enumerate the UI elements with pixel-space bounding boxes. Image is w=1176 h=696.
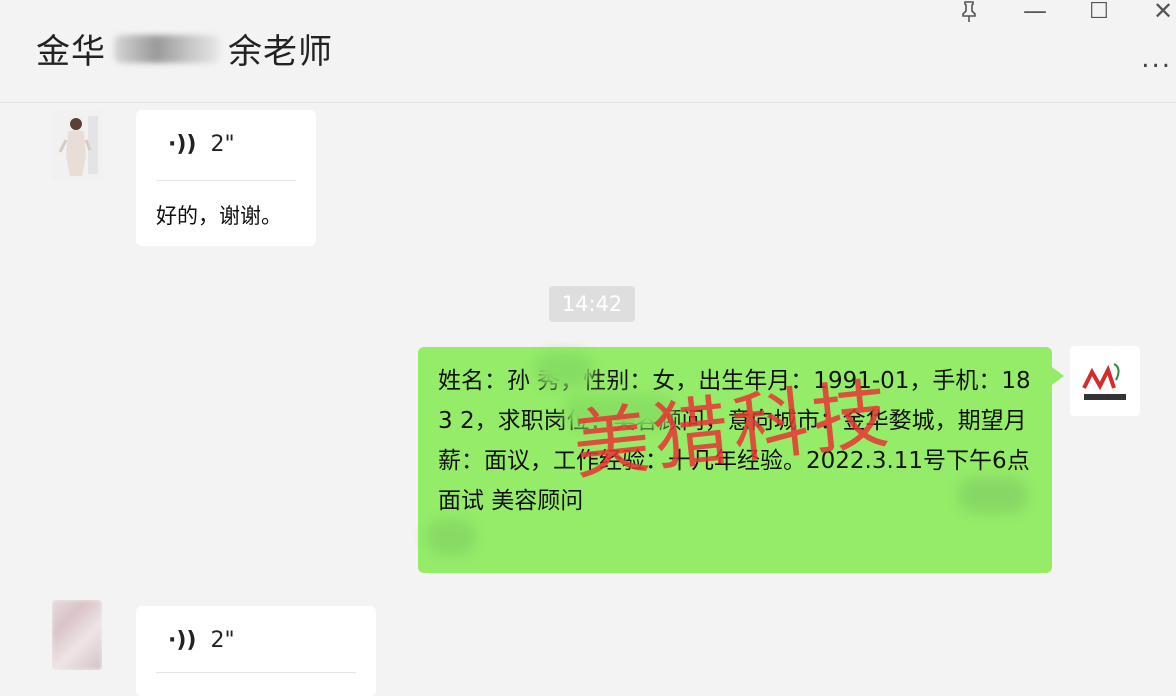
redacted-name bbox=[114, 34, 220, 63]
voice-wave-icon: ·)) bbox=[168, 132, 197, 157]
voice-duration: 2" bbox=[210, 628, 235, 653]
voice-transcript: 好的，谢谢。 bbox=[156, 204, 282, 228]
divider bbox=[156, 180, 296, 181]
divider bbox=[156, 672, 356, 673]
voice-wave-icon: ·)) bbox=[168, 628, 197, 653]
chat-title: 金华 余老师 bbox=[36, 24, 333, 73]
close-button[interactable]: ✕ bbox=[1146, 0, 1176, 26]
redaction-blur bbox=[534, 353, 594, 387]
contact-avatar[interactable] bbox=[52, 110, 102, 180]
my-avatar[interactable] bbox=[1070, 346, 1140, 416]
voice-message[interactable]: ·)) 2" 好的，谢谢。 bbox=[136, 110, 316, 246]
redaction-blur bbox=[426, 519, 476, 555]
chat-header: 金华 余老师 — ☐ ✕ ... bbox=[0, 0, 1176, 103]
chat-title-suffix: 余老师 bbox=[228, 32, 333, 72]
contact-avatar[interactable] bbox=[52, 600, 102, 670]
more-options-icon[interactable]: ... bbox=[1141, 44, 1172, 74]
voice-duration: 2" bbox=[210, 132, 235, 157]
redaction-blur bbox=[958, 477, 1028, 513]
message-timestamp: 14:42 bbox=[549, 286, 635, 322]
voice-message[interactable]: ·)) 2" bbox=[136, 606, 376, 696]
chat-title-prefix: 金华 bbox=[36, 32, 106, 72]
maximize-button[interactable]: ☐ bbox=[1082, 0, 1116, 26]
minimize-button[interactable]: — bbox=[1018, 0, 1052, 26]
bubble-tail bbox=[1052, 367, 1064, 385]
avatar-image bbox=[52, 600, 102, 670]
pin-icon[interactable] bbox=[952, 0, 986, 26]
